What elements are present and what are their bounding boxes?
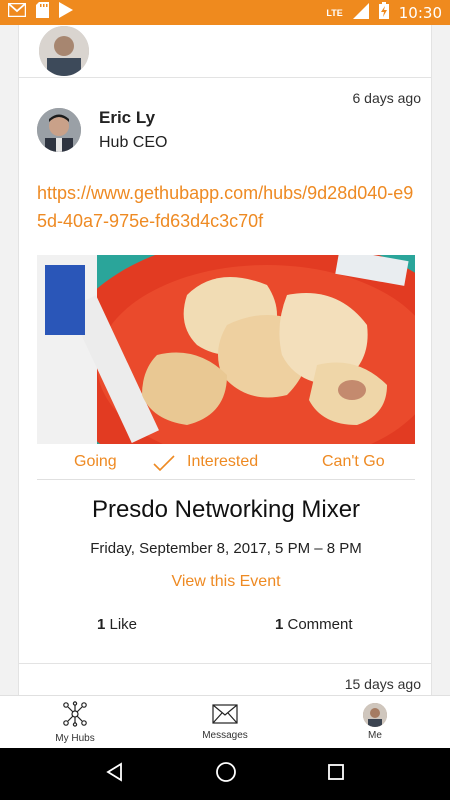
post-card[interactable]: 6 days ago Eric Ly Hub CEO https://www.g… — [18, 77, 432, 669]
interested-button[interactable]: Interested — [187, 453, 258, 471]
nav-me[interactable]: Me — [300, 696, 450, 748]
event-date: Friday, September 8, 2017, 5 PM – 8 PM — [90, 540, 362, 557]
bottom-navigation: My Hubs Messages Me — [0, 695, 450, 748]
network-label: LTE — [326, 7, 343, 18]
post-time: 6 days ago — [352, 90, 422, 106]
event-title: Presdo Networking Mixer — [91, 496, 361, 523]
signal-icon — [352, 2, 369, 23]
comments-count[interactable]: 1 Comment — [275, 616, 353, 633]
gmail-icon — [7, 2, 27, 22]
rsvp-bar: Going Interested Can't Go — [37, 444, 415, 480]
author-role: Hub CEO — [99, 134, 168, 151]
event-image[interactable] — [37, 255, 415, 444]
next-post-card[interactable]: 15 days ago — [18, 663, 432, 695]
post-time: 15 days ago — [344, 676, 421, 692]
cant-go-button[interactable]: Can't Go — [322, 453, 385, 471]
view-event-link[interactable]: View this Event — [19, 573, 433, 591]
nav-my-hubs-label: My Hubs — [55, 732, 95, 744]
recents-icon[interactable] — [327, 763, 345, 786]
nav-me-label: Me — [368, 730, 382, 741]
envelope-icon — [212, 703, 238, 727]
nav-messages[interactable]: Messages — [150, 696, 300, 748]
status-bar: LTE 10:30 — [0, 0, 450, 25]
home-icon[interactable] — [215, 761, 237, 788]
like-label: Like — [105, 616, 138, 633]
system-navigation-bar — [0, 748, 450, 800]
comment-label: Comment — [283, 616, 353, 633]
avatar — [39, 26, 89, 76]
battery-icon — [378, 2, 389, 23]
hub-network-icon — [62, 700, 88, 730]
nav-messages-label: Messages — [202, 729, 248, 741]
avatar — [363, 703, 387, 727]
check-icon — [152, 454, 176, 477]
author-name[interactable]: Eric Ly — [99, 108, 155, 128]
nav-my-hubs[interactable]: My Hubs — [0, 696, 150, 748]
likes-count[interactable]: 1 Like — [97, 616, 137, 633]
back-icon[interactable] — [105, 761, 125, 787]
feed[interactable]: 6 days ago Eric Ly Hub CEO https://www.g… — [0, 25, 450, 695]
post-link[interactable]: https://www.gethubapp.com/hubs/9d28d040-… — [37, 179, 421, 235]
author-avatar[interactable] — [37, 108, 81, 152]
clock: 10:30 — [398, 3, 442, 22]
play-store-icon — [59, 2, 73, 23]
going-button[interactable]: Going — [74, 453, 117, 471]
sd-card-icon — [36, 2, 49, 23]
